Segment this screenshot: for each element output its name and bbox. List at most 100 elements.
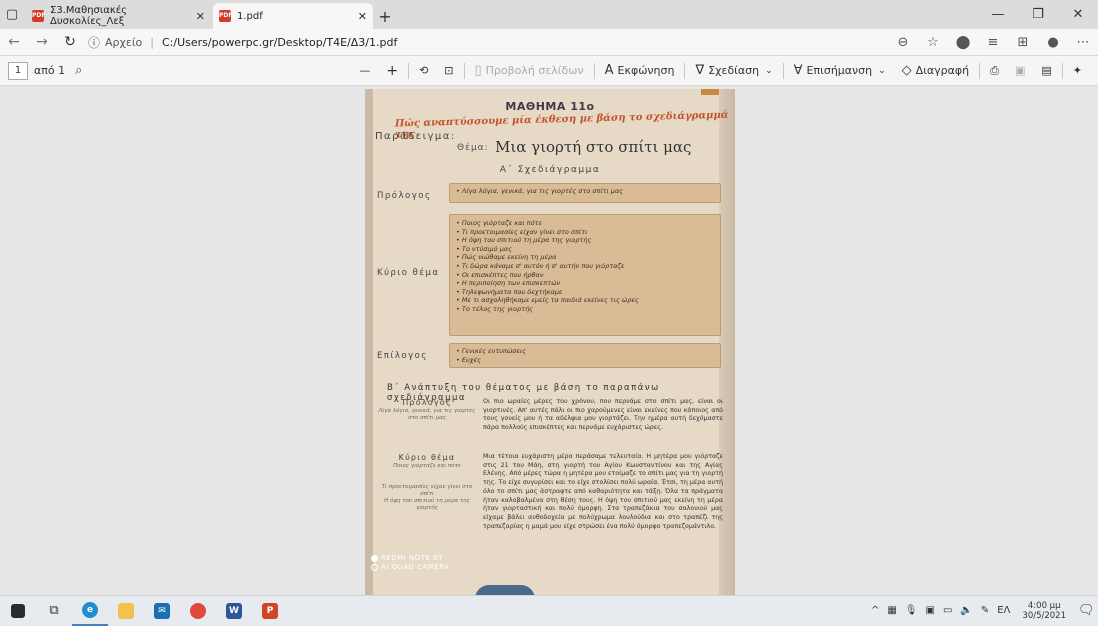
main-item: Η όψη του σπιτιού τη μέρα της γιορτής <box>456 236 714 245</box>
restore-icon[interactable]: ❐ <box>1018 0 1058 29</box>
save-as-icon[interactable]: ▤ <box>1033 64 1059 77</box>
camera-watermark: REDMI NOTE 8T AI QUAD CAMERA <box>371 554 450 572</box>
zoom-out-button[interactable]: — <box>351 64 378 77</box>
page-view-label: Προβολή σελίδων <box>485 64 584 77</box>
dev-prologue-note: Λίγα λόγια, γενικά, για τις γιορτές στο … <box>378 408 476 421</box>
rotate-icon[interactable]: ⟲ <box>411 64 436 77</box>
save-icon[interactable]: ▣ <box>1007 64 1033 77</box>
chrome-icon[interactable] <box>180 596 216 626</box>
pdf-icon: PDF <box>219 10 232 22</box>
page-corner <box>701 89 719 95</box>
task-view-icon[interactable]: ⧉ <box>36 596 72 626</box>
extension-icon[interactable]: ⬤ <box>948 35 978 50</box>
word-icon[interactable]: W <box>216 596 252 626</box>
tab-title: 1.pdf <box>237 10 263 22</box>
divider <box>979 62 981 79</box>
main-item: Ποιος γιόρταζε και πότε <box>456 219 714 228</box>
divider <box>593 62 595 79</box>
close-tab-icon[interactable]: ✕ <box>358 10 367 23</box>
zoom-icon[interactable]: ⊖ <box>888 35 918 50</box>
volume-icon[interactable]: 🔈 <box>956 605 976 616</box>
language-indicator[interactable]: ΕΛ <box>993 605 1014 616</box>
draw-icon: ∇ <box>695 63 705 78</box>
read-aloud-button[interactable]: A Εκφώνηση <box>597 63 683 78</box>
highlight-button[interactable]: ∀ Επισήμανση ⌄ <box>786 63 894 78</box>
tab-1[interactable]: PDF 1.pdf ✕ <box>213 3 373 29</box>
clock-date: 30/5/2021 <box>1022 610 1066 621</box>
fit-page-icon[interactable]: ⊡ <box>436 64 461 77</box>
highlight-icon: ∀ <box>793 63 803 78</box>
meet-icon[interactable]: ▣ <box>921 605 938 616</box>
dev-prologue-side: Πρόλογος Λίγα λόγια, γενικά, για τις γιο… <box>377 398 477 422</box>
edge-taskbar-icon[interactable]: e <box>72 596 108 626</box>
back-icon[interactable]: ← <box>0 29 28 56</box>
dev-main-note: Η όψη του σπιτιού τη μέρα της γιορτής <box>384 498 470 511</box>
eraser-icon: ◇ <box>901 63 912 78</box>
main-label: Κύριο θέμα <box>377 268 440 278</box>
forward-icon[interactable]: → <box>28 29 56 56</box>
tab-actions-icon[interactable]: ▢ <box>0 0 24 29</box>
powerpoint-icon[interactable]: P <box>252 596 288 626</box>
dev-main-paragraph: Μια τέτοια ευχάριστη μέρα περάσαμε τελευ… <box>483 453 723 530</box>
main-item: Τι δώρα κάναμε σ' αυτόν ή σ' αυτήν που γ… <box>456 262 714 271</box>
dev-main-note: Ποιος γιόρταζε και πότε <box>393 463 461 469</box>
main-item: Πώς νιώθαμε εκείνη τη μέρα <box>456 253 714 262</box>
dev-prologue-head: Πρόλογος <box>402 398 452 407</box>
search-icon[interactable]: ⌕ <box>75 63 82 78</box>
zoom-in-button[interactable]: + <box>378 63 406 79</box>
erase-button[interactable]: ◇ Διαγραφή <box>894 63 977 78</box>
start-icon[interactable] <box>0 596 36 626</box>
epilogue-item: Γενικές εντυπώσεις <box>456 347 714 356</box>
prologue-item: Λίγα λόγια, γενικά, για τις γιορτές στο … <box>456 187 714 196</box>
close-tab-icon[interactable]: ✕ <box>196 10 205 23</box>
favorites-list-icon[interactable]: ≡ <box>978 35 1008 50</box>
watermark-line1: REDMI NOTE 8T <box>381 554 443 562</box>
new-tab-button[interactable]: + <box>373 3 397 29</box>
clock[interactable]: 4:00 μμ 30/5/2021 <box>1014 601 1074 621</box>
main-item: Το ντύσιμό μας <box>456 245 714 254</box>
mic-icon[interactable]: 🎙 <box>901 605 922 616</box>
page-count: από 1 <box>34 64 66 77</box>
network-icon[interactable]: ▦ <box>883 605 900 616</box>
dev-prologue-paragraph: Οι πιο ωραίες μέρες του χρόνου, που περν… <box>483 398 723 432</box>
close-window-icon[interactable]: ✕ <box>1058 0 1098 29</box>
pdf-toolbar: 1 από 1 ⌕ — + ⟲ ⊡ ▯ Προβολή σελίδων A Εκφώ… <box>0 56 1098 86</box>
more-menu-icon[interactable]: ⋯ <box>1068 35 1098 50</box>
main-item: Τι προετοιμασίες είχαν γίνει στο σπίτι <box>456 228 714 237</box>
main-item: Το τέλος της γιορτής <box>456 305 714 314</box>
main-item: Τηλεφωνήματα που δεχτήκαμε <box>456 288 714 297</box>
print-icon[interactable]: ⎙ <box>982 64 1007 78</box>
url-field[interactable]: ⓘ Αρχείο | C:/Users/powerpc.gr/Desktop/T… <box>88 34 397 51</box>
refresh-icon[interactable]: ↻ <box>56 29 84 56</box>
prologue-box: Λίγα λόγια, γενικά, για τις γιορτές στο … <box>449 183 721 203</box>
theme-label: Θέμα: <box>457 143 489 153</box>
draw-button[interactable]: ∇ Σχεδίαση ⌄ <box>687 63 780 78</box>
chevron-up-icon[interactable]: ^ <box>867 605 883 616</box>
file-explorer-icon[interactable] <box>108 596 144 626</box>
favorite-star-icon[interactable]: ☆ <box>918 35 948 50</box>
battery-icon[interactable]: ▭ <box>939 605 956 616</box>
mail-icon[interactable]: ✉ <box>144 596 180 626</box>
minimize-icon[interactable]: — <box>978 0 1018 29</box>
watermark-line2: AI QUAD CAMERA <box>381 563 450 571</box>
tab-0[interactable]: PDF Σ3.Μαθησιακές Δυσκολίες_Λεξ ✕ <box>26 3 211 29</box>
pdf-viewer: ΜΑΘΗΜΑ 11ο Πώς αναπτύσσουμε μία έκθεση μ… <box>0 86 1098 595</box>
watermark-dot <box>371 554 378 562</box>
page-number-input[interactable]: 1 <box>8 61 28 80</box>
info-icon: ⓘ <box>88 35 101 50</box>
main-box: Ποιος γιόρταζε και πότε Τι προετοιμασίες… <box>449 214 721 336</box>
pin-icon[interactable]: ✦ <box>1065 64 1090 77</box>
main-item: Οι επισκέπτες που ήρθαν <box>456 271 714 280</box>
notification-icon[interactable]: 🗨 <box>1074 603 1098 618</box>
page-view-button[interactable]: ▯ Προβολή σελίδων <box>467 63 592 78</box>
tab-bar: ▢ PDF Σ3.Μαθησιακές Δυσκολίες_Λεξ ✕ PDF … <box>0 0 1098 29</box>
profile-avatar-icon[interactable]: ● <box>1038 35 1068 50</box>
main-item: Με τι ασχοληθήκαμε εμείς τα παιδιά εκείν… <box>456 296 714 305</box>
pen-icon[interactable]: ✎ <box>977 605 993 616</box>
collections-icon[interactable]: ⊞ <box>1008 35 1038 50</box>
main-item: Η περιποίηση των επισκεπτών <box>456 279 714 288</box>
divider <box>782 62 784 79</box>
dev-main-side: Κύριο θέμα Ποιος γιόρταζε και πότε Τι πρ… <box>377 453 477 512</box>
watermark-ring <box>371 563 378 571</box>
divider <box>684 62 686 79</box>
